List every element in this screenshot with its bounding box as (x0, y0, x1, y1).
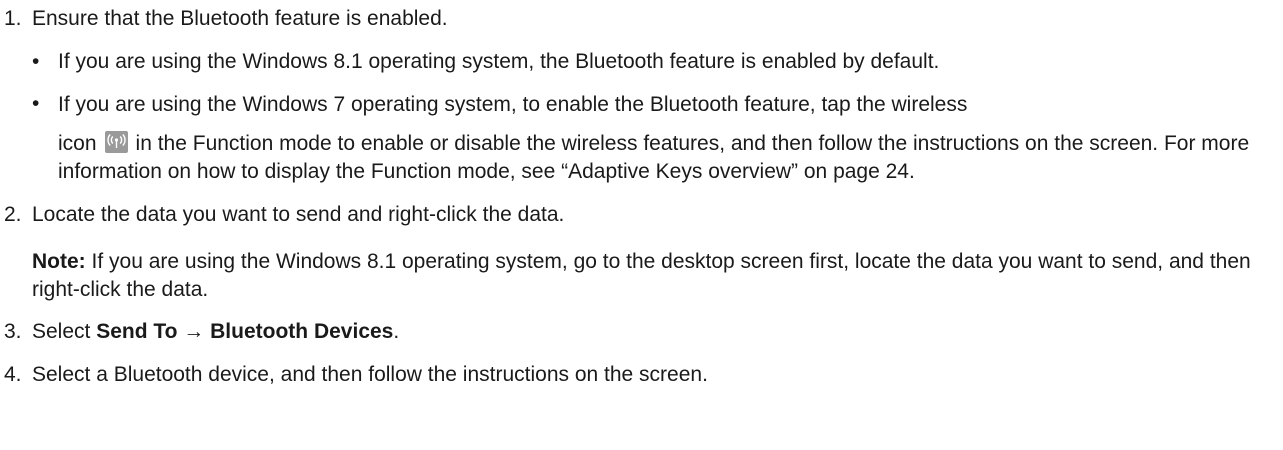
step-text-prefix: Select (32, 320, 97, 343)
step-1: 1. Ensure that the Bluetooth feature is … (4, 4, 1276, 186)
note-text: If you are using the Windows 8.1 operati… (32, 250, 1251, 301)
bullet-text-icon-label: icon (58, 132, 97, 155)
bullet-dot: • (32, 92, 40, 115)
bullet-item: • If you are using the Windows 7 operati… (32, 90, 1276, 186)
bullet-item: • If you are using the Windows 8.1 opera… (32, 47, 1276, 77)
bullet-text: If you are using the Windows 8.1 operati… (58, 50, 940, 73)
bullet-list: • If you are using the Windows 8.1 opera… (32, 47, 1276, 186)
step-4: 4. Select a Bluetooth device, and then f… (4, 360, 1276, 390)
step-number: 3. (4, 320, 22, 343)
step-text: Select a Bluetooth device, and then foll… (32, 363, 708, 386)
bullet-dot: • (32, 50, 40, 73)
step-text-suffix: . (393, 320, 400, 343)
instructions-document: 1. Ensure that the Bluetooth feature is … (4, 4, 1276, 390)
bullet-text-line: If you are using the Windows 7 operating… (58, 93, 968, 116)
step-text: Locate the data you want to send and rig… (32, 203, 565, 226)
step-text: Ensure that the Bluetooth feature is ena… (32, 7, 448, 30)
note-paragraph: Note: If you are using the Windows 8.1 o… (32, 248, 1276, 304)
bullet-text-rest: in the Function mode to enable or disabl… (58, 132, 1250, 183)
note-label: Note: (32, 250, 86, 273)
step-3: 3. Select Send To → Bluetooth Devices. (4, 317, 1276, 347)
step-2: 2. Locate the data you want to send and … (4, 200, 1276, 304)
menu-path: Send To → Bluetooth Devices (96, 320, 394, 343)
step-number: 4. (4, 363, 22, 386)
wireless-icon (104, 131, 128, 153)
step-number: 1. (4, 7, 22, 30)
step-number: 2. (4, 203, 22, 226)
